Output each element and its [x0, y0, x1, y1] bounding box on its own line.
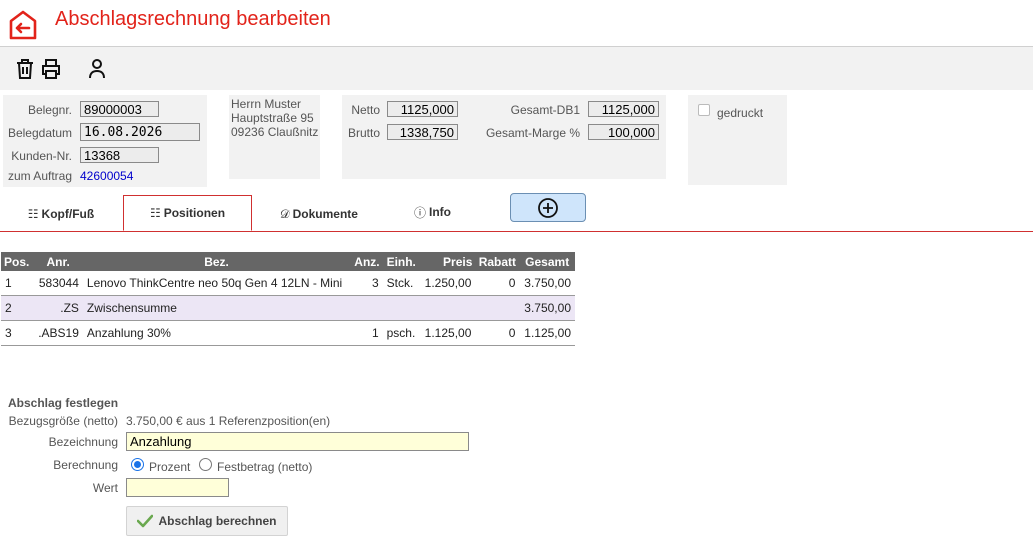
db-field: 1125,000 [588, 101, 659, 117]
table-row[interactable]: 2 .ZS Zwischensumme 3.750,00 [1, 295, 575, 321]
cell-anz: 3 [350, 271, 383, 296]
kundennr-label: Kunden-Nr. [11, 149, 72, 163]
toolbar [0, 46, 1033, 90]
plus-circle-icon [538, 197, 558, 218]
bezug-label: Bezugsgröße (netto) [8, 414, 118, 428]
button-label: Abschlag berechnen [158, 514, 277, 528]
cell-einh [382, 295, 420, 321]
tab-label: Positionen [163, 206, 226, 220]
person-icon[interactable] [85, 57, 109, 81]
cell-preis: 1.250,00 [419, 271, 476, 296]
cell-anz: 1 [350, 320, 383, 346]
cell-einh: psch. [382, 320, 420, 346]
cell-bez: Anzahlung 30% [82, 320, 351, 346]
brutto-field: 1338,750 [387, 124, 458, 140]
checkmark-icon [137, 514, 154, 528]
print-icon[interactable] [39, 57, 63, 81]
cell-pos: 1 [1, 271, 34, 296]
col-gesamt[interactable]: Gesamt [519, 252, 575, 271]
cell-rabatt [475, 295, 520, 321]
prozent-radio[interactable] [131, 458, 144, 471]
bezug-value: 3.750,00 € aus 1 Referenzposition(en) [126, 414, 331, 428]
tab-kopf-fuss[interactable]: ☷ Kopf/Fuß [14, 201, 108, 227]
netto-field: 1125,000 [387, 101, 458, 117]
cell-gesamt: 3.750,00 [519, 271, 575, 296]
cell-gesamt: 3.750,00 [519, 295, 575, 321]
cell-anr: .ABS19 [33, 320, 83, 346]
list-icon: ☷ [27, 207, 39, 221]
table-row[interactable]: 1 583044 Lenovo ThinkCentre neo 50q Gen … [1, 271, 575, 296]
col-anz[interactable]: Anz. [350, 252, 383, 271]
document-icon: 𝒟 [280, 206, 290, 221]
tab-dokumente[interactable]: 𝒟 Dokumente [268, 201, 370, 227]
wert-label: Wert [92, 481, 118, 495]
tab-divider [0, 231, 1033, 232]
db-label: Gesamt-DB1 [510, 103, 580, 117]
cell-anz [350, 295, 383, 321]
table-header-row: Pos. Anr. Bez. Anz. Einh. Preis Rabatt G… [1, 252, 575, 271]
tab-info[interactable]: ⓘ Info [400, 199, 465, 225]
wert-input[interactable] [126, 478, 229, 497]
home-exit-icon[interactable] [8, 9, 38, 41]
cell-einh: Stck. [382, 271, 420, 296]
table-row[interactable]: 3 .ABS19 Anzahlung 30% 1 psch. 1.125,00 … [1, 320, 575, 346]
cell-anr: .ZS [33, 295, 83, 321]
abschlag-berechnen-button[interactable]: Abschlag berechnen [126, 506, 288, 536]
col-preis[interactable]: Preis [419, 252, 476, 271]
cell-preis: 1.125,00 [419, 320, 476, 346]
col-einh[interactable]: Einh. [382, 252, 420, 271]
col-pos[interactable]: Pos. [1, 252, 34, 271]
festbetrag-label: Festbetrag (netto) [217, 460, 313, 474]
tab-label: Dokumente [292, 207, 358, 221]
positions-table: Pos. Anr. Bez. Anz. Einh. Preis Rabatt G… [1, 252, 575, 346]
col-rabatt[interactable]: Rabatt [475, 252, 520, 271]
page-title: Abschlagsrechnung bearbeiten [55, 8, 331, 30]
col-anr[interactable]: Anr. [33, 252, 83, 271]
address-line-1: Herrn Muster [231, 97, 302, 111]
kundennr-field[interactable]: 13368 [80, 147, 159, 163]
cell-gesamt: 1.125,00 [519, 320, 575, 346]
belegdatum-field[interactable]: 16.08.2026 [80, 123, 200, 141]
cell-preis [419, 295, 476, 321]
belegnr-field[interactable]: 89000003 [80, 101, 159, 117]
bezeichnung-input[interactable] [126, 432, 469, 451]
bezeichnung-label: Bezeichnung [48, 435, 118, 449]
cell-bez: Lenovo ThinkCentre neo 50q Gen 4 12LN - … [82, 271, 351, 296]
cell-pos: 3 [1, 320, 34, 346]
cell-anr: 583044 [33, 271, 83, 296]
auftrag-link[interactable]: 42600054 [80, 169, 133, 183]
cell-rabatt: 0 [475, 320, 520, 346]
info-icon: ⓘ [413, 205, 426, 220]
list-icon: ☷ [149, 206, 161, 220]
tab-label: Info [429, 205, 451, 219]
add-button[interactable] [510, 193, 586, 222]
netto-label: Netto [351, 103, 380, 117]
berechnung-label: Berechnung [53, 458, 118, 472]
address-line-2: Hauptstraße 95 [231, 111, 314, 125]
trash-icon[interactable] [13, 57, 37, 81]
prozent-label: Prozent [149, 460, 191, 474]
tab-positionen[interactable]: ☷ Positionen [123, 195, 252, 231]
cell-bez: Zwischensumme [82, 295, 351, 321]
gedruckt-label: gedruckt [717, 106, 764, 120]
marge-label: Gesamt-Marge % [485, 126, 580, 140]
auftrag-label: zum Auftrag [7, 169, 72, 183]
col-bez[interactable]: Bez. [82, 252, 351, 271]
cell-pos: 2 [1, 295, 34, 321]
brutto-label: Brutto [347, 126, 380, 140]
belegdatum-label: Belegdatum [7, 126, 72, 140]
festbetrag-radio[interactable] [199, 458, 212, 471]
abschlag-heading: Abschlag festlegen [8, 396, 119, 410]
marge-field: 100,000 [588, 124, 659, 140]
cell-rabatt: 0 [475, 271, 520, 296]
address-line-3: 09236 Claußnitz [231, 125, 319, 139]
belegnr-label: Belegnr. [27, 103, 72, 117]
tab-label: Kopf/Fuß [41, 207, 95, 221]
gedruckt-checkbox[interactable] [698, 104, 710, 116]
